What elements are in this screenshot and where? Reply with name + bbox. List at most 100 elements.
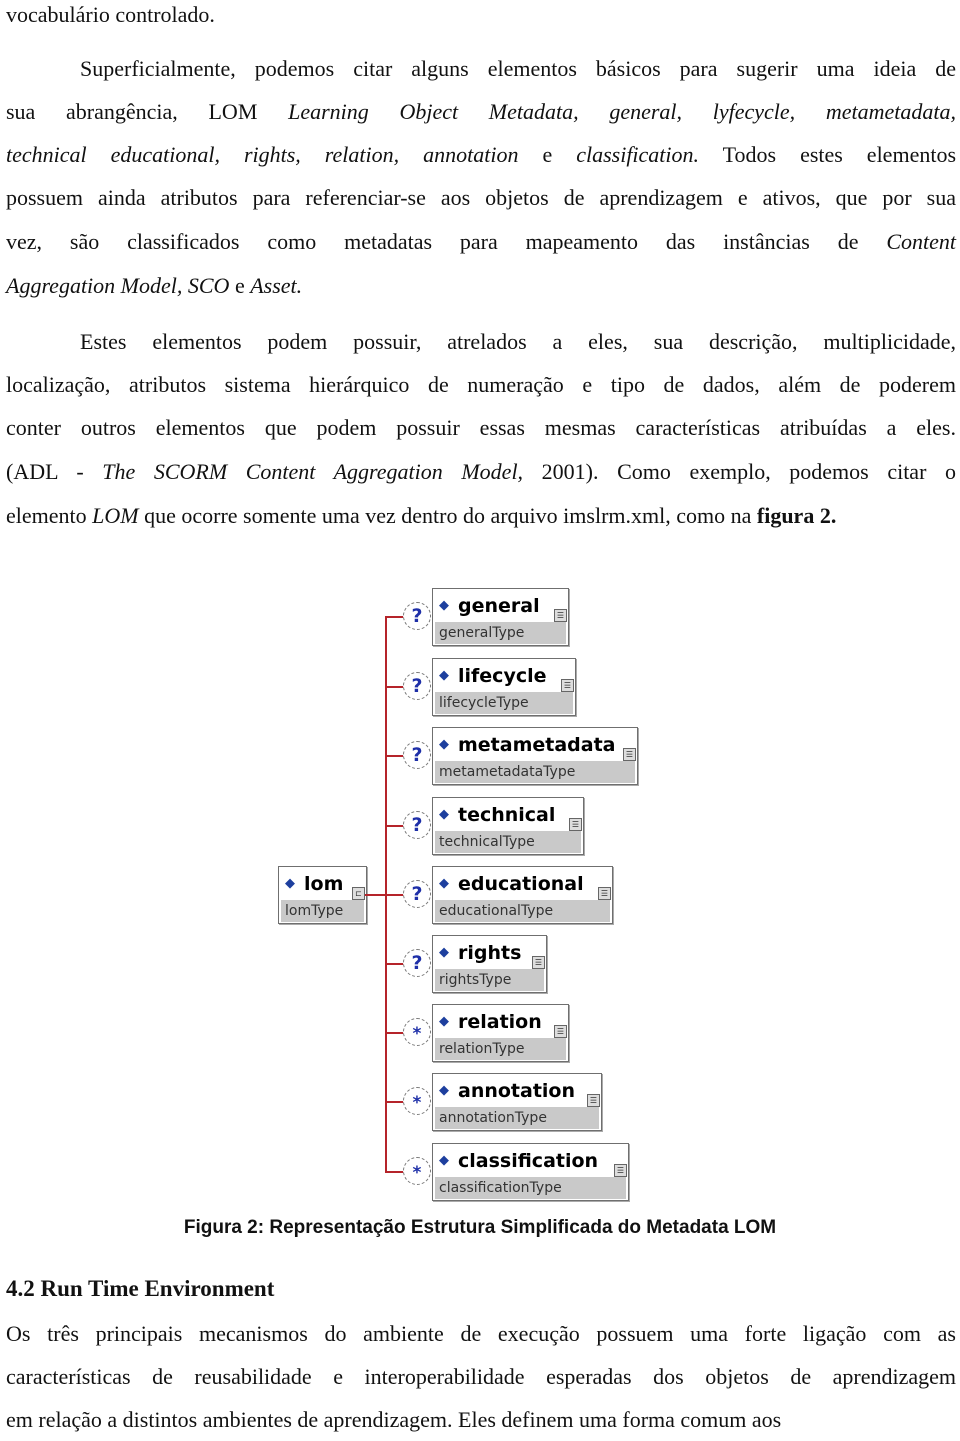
element-diamond-icon: ◆ bbox=[439, 737, 449, 752]
text-span: Todos estes elementos bbox=[699, 142, 957, 167]
element-name: classification bbox=[458, 1149, 599, 1172]
element-metametadata[interactable]: ◆ metametadata metametadataType ☰ bbox=[432, 727, 638, 785]
element-rights[interactable]: ◆ rights rightsType ☰ bbox=[432, 935, 547, 993]
connector-branch bbox=[385, 1101, 405, 1103]
expand-icon[interactable]: ☰ bbox=[561, 679, 574, 692]
element-type: lifecycleType bbox=[435, 692, 573, 714]
element-name: metametadata bbox=[458, 733, 616, 756]
element-name-row: ◆ technical bbox=[433, 798, 583, 831]
text-line: localização, atributos sistema hierárqui… bbox=[6, 363, 956, 406]
text-line: Aggregation Model, SCO e Asset. bbox=[6, 264, 956, 307]
section-heading: 4.2 Run Time Environment bbox=[6, 1276, 275, 1301]
connector-branch bbox=[385, 894, 405, 896]
element-educational[interactable]: ◆ educational educationalType ☰ bbox=[432, 866, 613, 924]
element-name: rights bbox=[458, 941, 522, 964]
text-span: figura 2. bbox=[756, 503, 837, 528]
expand-icon[interactable]: ☰ bbox=[554, 609, 567, 622]
text-span: LOM bbox=[92, 503, 139, 528]
text-span: conter outros elementos que podem possui… bbox=[6, 415, 956, 440]
expand-icon[interactable]: ☰ bbox=[587, 1094, 600, 1107]
cardinality-many-icon: * bbox=[403, 1087, 431, 1115]
cardinality-optional-icon: ? bbox=[403, 602, 431, 630]
text-line: Estes elementos podem possuir, atrelados… bbox=[80, 320, 956, 363]
element-name-row: ◆ annotation bbox=[433, 1074, 601, 1107]
element-name-row: ◆ relation bbox=[433, 1005, 568, 1038]
text-span: technical educational, rights, relation,… bbox=[6, 142, 519, 167]
connector-branch bbox=[385, 755, 405, 757]
element-general[interactable]: ◆ general generalType ☰ bbox=[432, 588, 569, 646]
element-type: lomType bbox=[281, 900, 364, 922]
element-name-row: ◆ rights bbox=[433, 936, 546, 969]
element-type: generalType bbox=[435, 622, 566, 644]
expand-icon[interactable]: ☰ bbox=[554, 1025, 567, 1038]
text-span: 2001). Como exemplo, podemos citar o bbox=[523, 459, 956, 484]
text-span: possuem ainda atributos para referenciar… bbox=[6, 185, 956, 210]
element-diamond-icon: ◆ bbox=[439, 1083, 449, 1098]
text-span: Os três principais mecanismos do ambient… bbox=[6, 1321, 956, 1346]
cardinality-optional-icon: ? bbox=[403, 880, 431, 908]
text-line: (ADL - The SCORM Content Aggregation Mod… bbox=[6, 450, 956, 493]
element-diamond-icon: ◆ bbox=[439, 945, 449, 960]
text-line: conter outros elementos que podem possui… bbox=[6, 406, 956, 449]
text-span: localização, atributos sistema hierárqui… bbox=[6, 372, 956, 397]
element-type: educationalType bbox=[435, 900, 610, 922]
text-span: classification. bbox=[576, 142, 700, 167]
sequence-connector-icon[interactable]: ⊏ bbox=[352, 887, 365, 900]
connector-branch bbox=[385, 1171, 405, 1173]
text-span: Asset. bbox=[250, 273, 303, 298]
element-type: technicalType bbox=[435, 831, 581, 853]
connector-branch bbox=[385, 616, 405, 618]
connector-branch bbox=[385, 686, 405, 688]
connector-branch bbox=[385, 825, 405, 827]
text-span: Superficialmente, podemos citar alguns e… bbox=[80, 56, 956, 81]
expand-icon[interactable]: ☰ bbox=[532, 956, 545, 969]
figure-caption: Figura 2: Representação Estrutura Simpli… bbox=[183, 1217, 777, 1238]
text-span: sua abrangência, LOM bbox=[6, 99, 289, 124]
connector-branch bbox=[385, 963, 405, 965]
text-span: vez, são classificados como metadatas pa… bbox=[6, 229, 887, 254]
text-span: Learning Object Metadata, general, lyfec… bbox=[288, 99, 956, 124]
element-type: metametadataType bbox=[435, 761, 635, 783]
text-span: que ocorre somente uma vez dentro do arq… bbox=[138, 503, 757, 528]
element-classification[interactable]: ◆ classification classificationType ☰ bbox=[432, 1143, 629, 1201]
expand-icon[interactable]: ☰ bbox=[569, 818, 582, 831]
element-name: annotation bbox=[458, 1079, 576, 1102]
element-name: relation bbox=[458, 1010, 542, 1033]
text-line: Superficialmente, podemos citar alguns e… bbox=[80, 47, 956, 90]
element-annotation[interactable]: ◆ annotation annotationType ☰ bbox=[432, 1073, 602, 1131]
root-element-lom[interactable]: ◆ lom lomType ⊏ bbox=[278, 866, 367, 924]
text-line: características de reusabilidade e inter… bbox=[6, 1355, 956, 1398]
element-name: educational bbox=[458, 872, 584, 895]
element-lifecycle[interactable]: ◆ lifecycle lifecycleType ☰ bbox=[432, 658, 576, 716]
element-name-row: ◆ metametadata bbox=[433, 728, 637, 761]
text-span: características de reusabilidade e inter… bbox=[6, 1364, 956, 1389]
expand-icon[interactable]: ☰ bbox=[623, 748, 636, 761]
element-name-row: ◆ lifecycle bbox=[433, 659, 575, 692]
element-relation[interactable]: ◆ relation relationType ☰ bbox=[432, 1004, 569, 1062]
text-line: Os três principais mecanismos do ambient… bbox=[6, 1312, 956, 1355]
element-diamond-icon: ◆ bbox=[439, 876, 449, 891]
element-name: general bbox=[458, 594, 540, 617]
element-diamond-icon: ◆ bbox=[439, 1014, 449, 1029]
text-span: Aggregation Model, SCO bbox=[6, 273, 230, 298]
text-line: elemento LOM que ocorre somente uma vez … bbox=[6, 494, 956, 537]
text-line: possuem ainda atributos para referenciar… bbox=[6, 176, 956, 219]
text-span: The SCORM Content Aggregation Model, bbox=[102, 459, 524, 484]
element-technical[interactable]: ◆ technical technicalType ☰ bbox=[432, 797, 584, 855]
text-line: technical educational, rights, relation,… bbox=[6, 133, 956, 176]
text-line: sua abrangência, LOM Learning Object Met… bbox=[6, 90, 956, 133]
text-line: vez, são classificados como metadatas pa… bbox=[6, 220, 956, 263]
top-line: vocabulário controlado. bbox=[6, 2, 215, 27]
element-name: lom bbox=[304, 872, 344, 895]
cardinality-many-icon: * bbox=[403, 1157, 431, 1185]
element-name: lifecycle bbox=[458, 664, 547, 687]
element-type: rightsType bbox=[435, 969, 544, 991]
text-span: (ADL - bbox=[6, 459, 103, 484]
element-diamond-icon: ◆ bbox=[439, 668, 449, 683]
expand-icon[interactable]: ☰ bbox=[598, 887, 611, 900]
expand-icon[interactable]: ☰ bbox=[614, 1164, 627, 1177]
connector-branch bbox=[385, 1032, 405, 1034]
element-name: technical bbox=[458, 803, 556, 826]
cardinality-optional-icon: ? bbox=[403, 672, 431, 700]
element-name-row: ◆ classification bbox=[433, 1144, 628, 1177]
